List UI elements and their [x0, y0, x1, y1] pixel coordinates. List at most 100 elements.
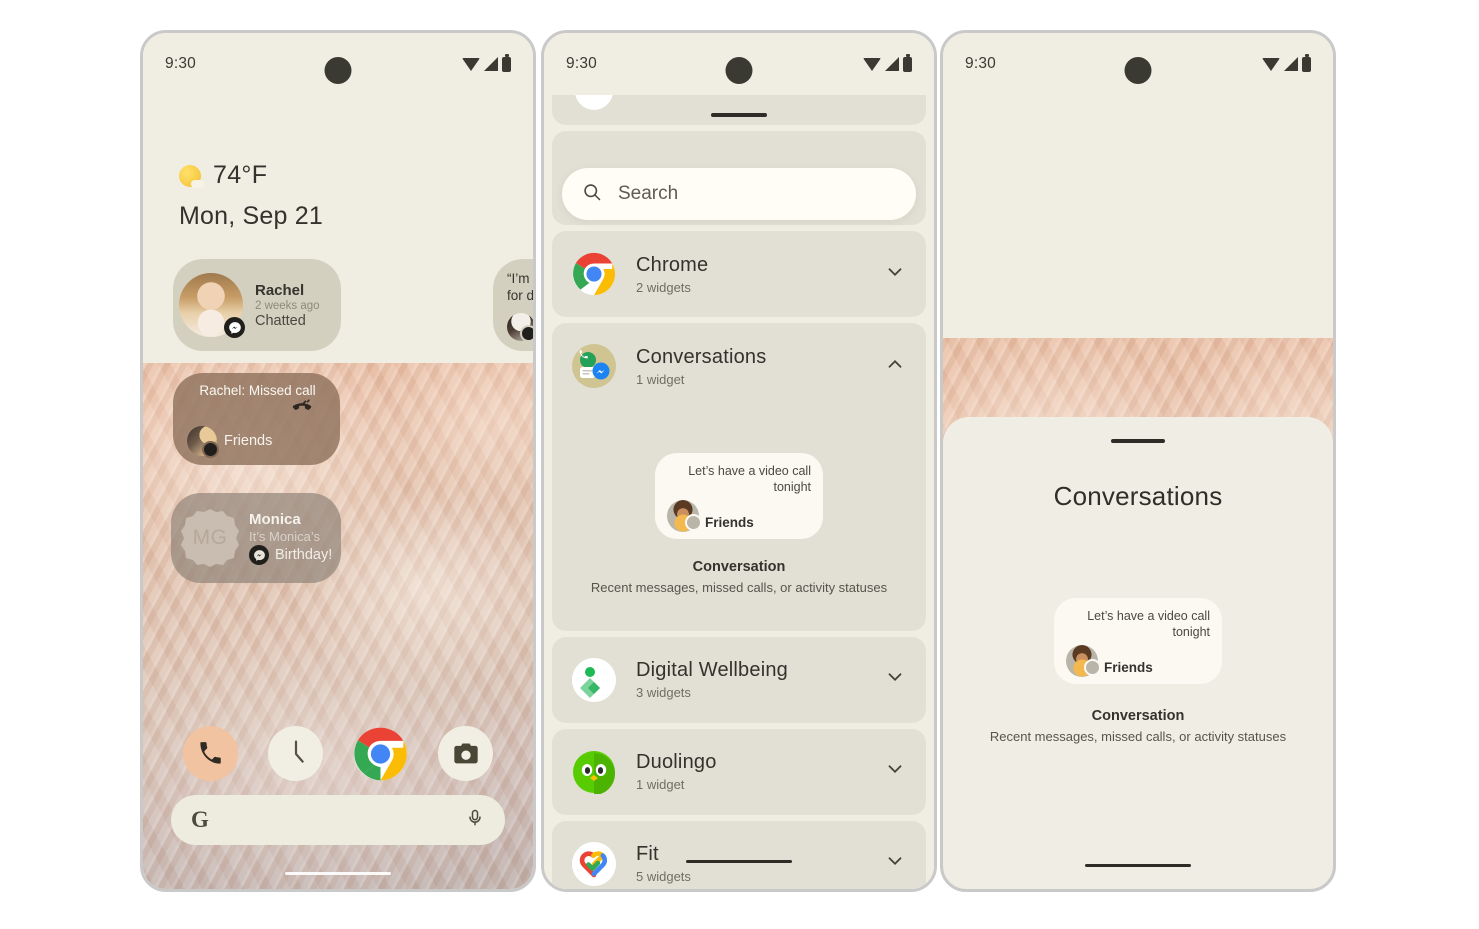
google-search-bar[interactable]: G	[171, 795, 505, 845]
conversations-app-icon	[572, 344, 616, 388]
google-g-icon: G	[191, 807, 209, 832]
conversation-widget-missed-call[interactable]: Rachel: Missed call Friends	[173, 373, 340, 465]
row-title: Fit	[636, 843, 659, 866]
group-avatar	[187, 426, 219, 458]
sheet-drag-handle[interactable]	[1111, 439, 1165, 443]
widget-list-row-digital-wellbeing[interactable]: Digital Wellbeing 3 widgets	[552, 636, 926, 723]
row-subtitle: 1 widget	[636, 371, 685, 387]
status-icons	[462, 54, 511, 72]
phone-home-screen: 9:30 74°F Mon, Sep 21 Rachel 2 weeks ago…	[140, 30, 536, 892]
battery-icon	[1302, 54, 1311, 72]
battery-icon	[903, 54, 912, 72]
wifi-icon	[1262, 57, 1280, 71]
row-title: Duolingo	[636, 751, 717, 774]
birthday-meta: Monica It’s Monica’s Birthday!	[249, 511, 332, 565]
chevron-down-icon[interactable]	[884, 261, 906, 288]
sender-row: Monica Geller	[507, 312, 533, 342]
row-text: Fit 5 widgets	[636, 843, 691, 884]
messenger-badge-icon	[249, 545, 269, 565]
wifi-icon	[863, 57, 881, 71]
widget-list-row-partial[interactable]: 1 widget	[552, 95, 926, 125]
phone-widget-picker: 9:30 1 widget	[541, 30, 937, 892]
mic-icon[interactable]	[465, 808, 485, 833]
conversation-widget-monica-birthday[interactable]: MG Monica It’s Monica’s Birthday!	[171, 493, 341, 583]
row-text: Chrome 2 widgets	[636, 254, 708, 295]
cellular-signal-icon	[1284, 57, 1298, 71]
birthday-line2-row: Birthday!	[249, 545, 332, 565]
preview-group-row: Friends	[1066, 645, 1210, 677]
quote-text: “I’m making a lasagna for dinner!”	[507, 271, 533, 303]
chevron-down-icon[interactable]	[884, 850, 906, 877]
chevron-down-icon[interactable]	[884, 758, 906, 785]
screenshot-stage: 9:30 74°F Mon, Sep 21 Rachel 2 weeks ago…	[0, 0, 1479, 929]
group-name: Friends	[224, 433, 273, 449]
camera-punch-hole-icon	[725, 57, 753, 84]
phone1-screen: 9:30 74°F Mon, Sep 21 Rachel 2 weeks ago…	[143, 33, 533, 889]
wifi-icon	[462, 57, 480, 71]
chrome-app-icon[interactable]	[353, 726, 408, 781]
missed-call-icon	[187, 399, 328, 422]
conversation-widget-monica-geller[interactable]: “I’m making a lasagna for dinner!” 1 hou…	[493, 259, 533, 351]
phone3-screen: 9:30 Conversations Let’s have a video ca…	[943, 33, 1333, 889]
conversation-widget-preview[interactable]: Let’s have a video call tonight Friends	[1054, 598, 1222, 684]
app-dock	[143, 726, 533, 781]
avatar	[507, 312, 533, 342]
widget-search-box[interactable]: Search	[562, 168, 916, 220]
conversation-widget-rachel[interactable]: Rachel 2 weeks ago Chatted	[173, 259, 341, 351]
sheet-title: Conversations	[1053, 481, 1223, 511]
clock-app-icon[interactable]	[268, 726, 323, 781]
birthday-line1: It’s Monica’s	[249, 529, 321, 544]
fit-app-icon	[572, 841, 616, 886]
conversations-widget-preview-panel: Let’s have a video call tonight Friends …	[552, 409, 926, 631]
preview-description: Recent messages, missed calls, or activi…	[590, 580, 888, 595]
sheet-drag-handle[interactable]	[711, 113, 767, 117]
status-time: 9:30	[165, 55, 196, 72]
activity-status: Chatted	[255, 312, 306, 329]
widget-list-row-chrome[interactable]: Chrome 2 widgets	[552, 231, 926, 317]
widget-list-row-conversations[interactable]: Conversations 1 widget	[552, 323, 926, 409]
temperature-text: 74°F	[213, 161, 268, 189]
preview-title: Conversation	[692, 559, 786, 575]
gesture-nav-bar[interactable]	[285, 872, 391, 875]
phone-conversations-sheet: 9:30 Conversations Let’s have a video ca…	[940, 30, 1336, 892]
missed-call-headline: Rachel: Missed call	[199, 383, 316, 398]
preview-message: Let’s have a video call tonight	[688, 464, 811, 494]
status-time: 9:30	[566, 55, 597, 72]
conversation-meta: Rachel 2 weeks ago Chatted	[255, 282, 320, 329]
gesture-nav-bar[interactable]	[1085, 864, 1191, 867]
at-a-glance-widget[interactable]: 74°F Mon, Sep 21	[179, 161, 323, 231]
status-icons	[863, 54, 912, 72]
preview-description: Recent messages, missed calls, or activi…	[989, 729, 1287, 744]
row-title: Digital Wellbeing	[636, 659, 788, 682]
chevron-down-icon[interactable]	[884, 666, 906, 693]
partly-sunny-icon	[179, 164, 204, 188]
row-subtitle: 1 widget	[636, 777, 685, 793]
contact-name: Rachel	[255, 281, 305, 299]
status-icons	[1262, 54, 1311, 72]
status-bar: 9:30	[544, 33, 934, 95]
birthday-line2: Birthday!	[275, 547, 333, 563]
row-subtitle: 3 widgets	[636, 685, 691, 701]
search-input[interactable]: Search	[618, 183, 678, 205]
group-name: Friends	[705, 515, 754, 530]
camera-punch-hole-icon	[324, 57, 352, 84]
conversations-bottom-sheet: Conversations Let’s have a video call to…	[943, 417, 1333, 889]
conversation-widget-preview[interactable]: Let’s have a video call tonight Friends	[655, 453, 823, 539]
preview-title: Conversation	[1091, 708, 1185, 724]
digital-wellbeing-app-icon	[572, 657, 616, 702]
avatar	[667, 500, 702, 532]
camera-app-icon[interactable]	[438, 726, 493, 781]
weather-row: 74°F	[179, 161, 323, 190]
phone-app-icon[interactable]	[183, 726, 238, 781]
widget-list-row-fit[interactable]: Fit 5 widgets	[552, 820, 926, 889]
row-title: Chrome	[636, 253, 709, 276]
avatar	[1066, 645, 1101, 677]
widget-list-row-duolingo[interactable]: Duolingo 1 widget	[552, 728, 926, 815]
chevron-up-icon[interactable]	[884, 353, 906, 380]
status-bar: 9:30	[943, 33, 1333, 95]
row-text: Digital Wellbeing 3 widgets	[636, 659, 788, 700]
row-subtitle: 5 widgets	[636, 869, 691, 885]
app-icon-partial	[572, 95, 616, 113]
search-icon	[582, 182, 602, 207]
gesture-nav-bar[interactable]	[686, 860, 792, 863]
